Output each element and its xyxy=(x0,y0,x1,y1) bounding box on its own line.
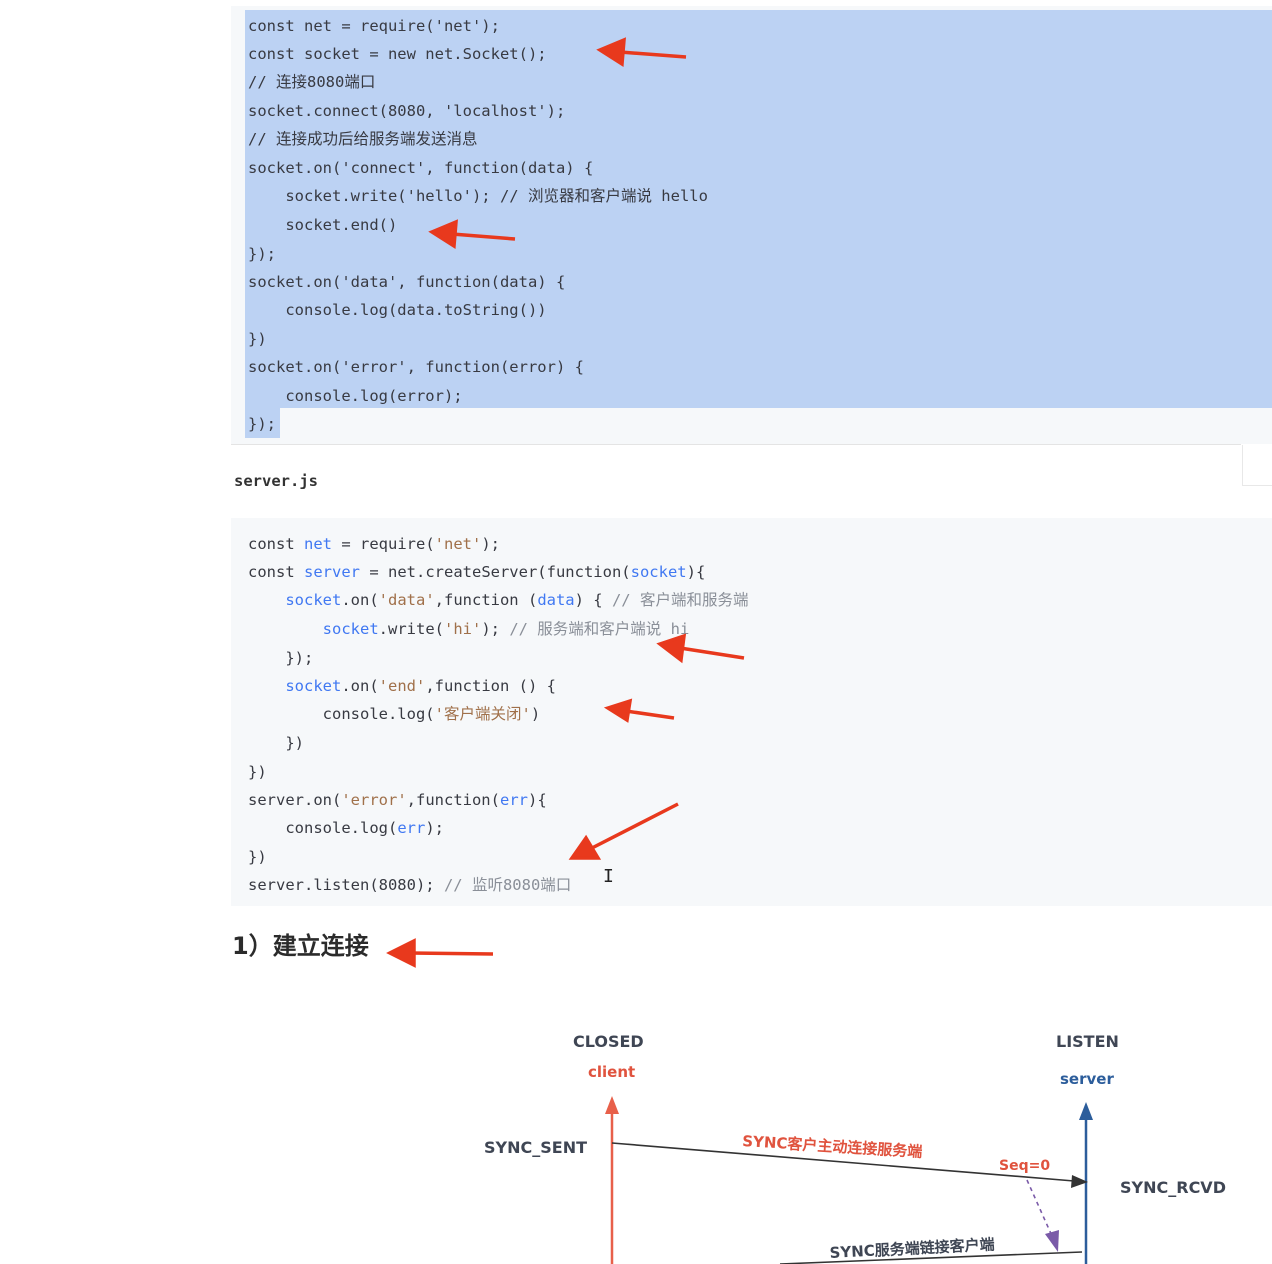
code-line: const server = net.createServer(function… xyxy=(248,563,706,581)
client-label: client xyxy=(588,1063,636,1081)
client-state-closed: CLOSED xyxy=(573,1032,644,1051)
server-state-sync-rcvd: SYNC_RCVD xyxy=(1120,1178,1226,1197)
code-line: // 连接8080端口 xyxy=(248,73,376,91)
code-line: }) xyxy=(248,848,267,866)
code-line: socket.end() xyxy=(248,216,398,234)
server-label: server xyxy=(1060,1070,1114,1088)
tcp-handshake-diagram: CLOSED client LISTEN server SYNC_SENT SY… xyxy=(231,1000,1272,1264)
code-line: // 连接成功后给服务端发送消息 xyxy=(248,130,478,148)
code-line: socket.on('connect', function(data) { xyxy=(248,159,594,177)
code-line: socket.connect(8080, 'localhost'); xyxy=(248,102,566,120)
code-line: const net = require('net'); xyxy=(248,535,500,553)
syn-ack-message-label: SYNC服务端链接客户端 xyxy=(829,1235,996,1262)
side-panel-edge xyxy=(1242,445,1272,486)
left-gutter xyxy=(0,0,230,1264)
code-line: socket.on('error', function(error) { xyxy=(248,358,584,376)
divider xyxy=(231,444,1241,445)
server-code-block[interactable]: const net = require('net'); const server… xyxy=(231,518,1272,906)
annotation-arrow xyxy=(409,951,494,956)
code-line: socket.on('data',function (data) { // 客户… xyxy=(285,591,749,609)
code-line: const net = require('net'); xyxy=(248,17,500,35)
code-line: console.log(data.toString()) xyxy=(248,301,547,319)
server-state-listen: LISTEN xyxy=(1056,1032,1119,1051)
code-line: server.on('error',function(err){ xyxy=(248,791,547,809)
code-line: server.listen(8080); // 监听8080端口 xyxy=(248,876,572,894)
code-line: socket.write('hello'); // 浏览器和客户端说 hello xyxy=(248,187,708,205)
code-line: console.log(error); xyxy=(248,387,463,405)
text-cursor-icon: I xyxy=(603,866,614,887)
code-line: }); xyxy=(248,245,276,263)
code-line: const socket = new net.Socket(); xyxy=(248,45,547,63)
annotation-arrowhead xyxy=(386,938,416,968)
section-heading: 1）建立连接 xyxy=(232,932,369,960)
code-line: }); xyxy=(248,649,314,667)
code-line: }) xyxy=(248,763,267,781)
code-line: socket.write('hi'); // 服务端和客户端说 hi xyxy=(322,620,690,638)
code-line: socket.on('end',function () { xyxy=(285,677,556,695)
client-state-sync-sent: SYNC_SENT xyxy=(484,1138,587,1157)
syn-message-label: SYNC客户主动连接服务端 xyxy=(741,1131,923,1161)
file-name-label: server.js xyxy=(234,472,318,490)
code-line: console.log(err); xyxy=(248,819,444,837)
code-line: }) xyxy=(248,330,267,348)
code-line: }) xyxy=(248,734,304,752)
code-line: }); xyxy=(248,415,276,433)
code-line: socket.on('data', function(data) { xyxy=(248,273,566,291)
seq-label: Seq=0 xyxy=(999,1158,1051,1174)
code-line: console.log('客户端关闭') xyxy=(248,705,541,723)
